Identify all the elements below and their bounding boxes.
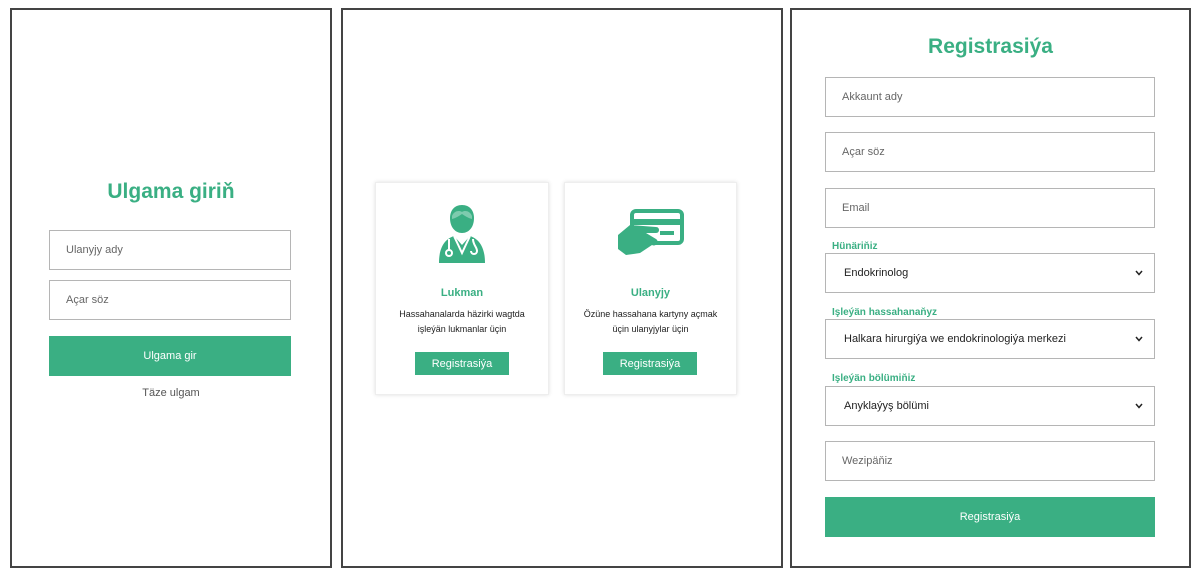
user-card: Ulanyjy Özüne hassahana kartyny açmak üç… (564, 182, 737, 395)
account-name-input[interactable] (825, 77, 1155, 117)
chevron-down-icon (1134, 401, 1144, 411)
profession-value: Endokrinolog (844, 267, 909, 279)
login-panel: Ulgama giriň Ulgama gir Täze ulgam (10, 8, 332, 568)
doctor-register-label: Registrasiýa (431, 357, 493, 370)
profession-label: Hünäriňiz (832, 241, 878, 252)
login-button[interactable]: Ulgama gir (49, 336, 291, 376)
chevron-down-icon (1134, 334, 1144, 344)
user-card-title: Ulanyjy (630, 287, 671, 299)
registration-panel: Registrasiýa Hünäriňiz Endokrinolog Işle… (790, 8, 1191, 568)
account-type-panel: Lukman Hassahanalarda häzirki wagtda işl… (341, 8, 783, 568)
email-input[interactable] (825, 188, 1155, 228)
position-input[interactable] (825, 441, 1155, 481)
new-account-link[interactable]: Täze ulgam (12, 387, 330, 399)
hospital-value: Halkara hirurgiýa we endokrinologiýa mer… (844, 333, 1066, 345)
doctor-register-button[interactable]: Registrasiýa (415, 352, 509, 375)
profession-select[interactable]: Endokrinolog (825, 253, 1155, 293)
doctor-card-description: Hassahanalarda häzirki wagtda işleýän lu… (399, 309, 525, 334)
doctor-card-title: Lukman (440, 287, 484, 299)
hospital-select[interactable]: Halkara hirurgiýa we endokrinologiýa mer… (825, 319, 1155, 359)
register-submit-button[interactable]: Registrasiýa (825, 497, 1155, 537)
department-label: Işleýän bölümiňiz (832, 373, 916, 384)
doctor-card: Lukman Hassahanalarda häzirki wagtda işl… (375, 182, 549, 395)
hospital-label: Işleýän hassahanaňyz (832, 307, 938, 318)
department-select[interactable]: Anyklaýyş bölümi (825, 386, 1155, 426)
login-button-label: Ulgama gir (143, 350, 197, 362)
login-title: Ulgama giriň (107, 180, 235, 203)
registration-title: Registrasiýa (928, 35, 1053, 58)
card-hand-icon (565, 209, 736, 259)
username-input[interactable] (49, 230, 291, 270)
register-password-input[interactable] (825, 132, 1155, 172)
register-submit-label: Registrasiýa (959, 511, 1021, 523)
user-card-description: Özüne hassahana kartyny açmak üçin ulany… (583, 309, 718, 334)
password-input[interactable] (49, 280, 291, 320)
department-value: Anyklaýyş bölümi (844, 400, 929, 412)
chevron-down-icon (1134, 268, 1144, 278)
user-register-label: Registrasiýa (619, 357, 681, 370)
doctor-icon (376, 203, 548, 265)
user-register-button[interactable]: Registrasiýa (603, 352, 697, 375)
